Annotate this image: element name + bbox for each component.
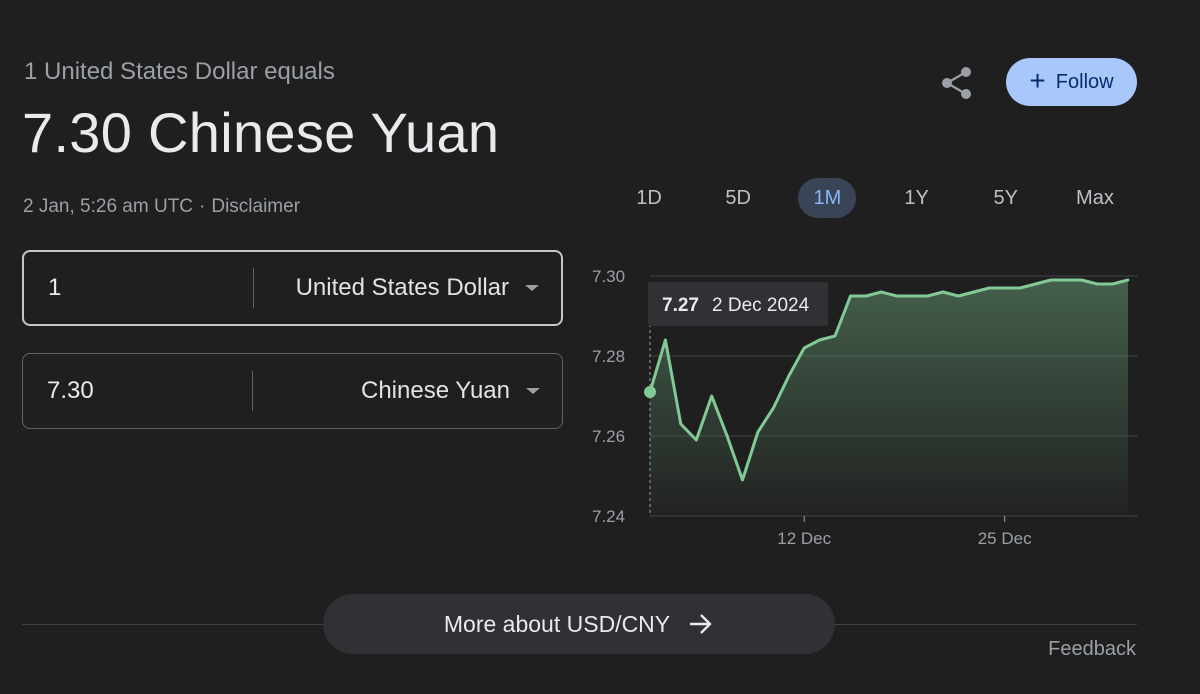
separator: ·: [199, 196, 206, 217]
share-button[interactable]: [934, 62, 980, 104]
x-tick-label: 25 Dec: [978, 529, 1032, 548]
tab-1y[interactable]: 1Y: [888, 178, 946, 218]
timestamp: 2 Jan, 5:26 am UTC: [23, 196, 194, 217]
divider-line: [835, 624, 1137, 625]
from-amount-input[interactable]: 1: [24, 274, 253, 302]
plus-icon: +: [1029, 64, 1046, 96]
from-currency-select[interactable]: United States Dollar: [254, 274, 521, 302]
y-tick-label: 7.26: [592, 427, 625, 446]
arrow-right-icon: [690, 614, 712, 634]
y-tick-label: 7.30: [592, 267, 625, 286]
follow-label: Follow: [1055, 70, 1114, 93]
tab-5y[interactable]: 5Y: [977, 178, 1035, 218]
divider-line: [22, 624, 323, 625]
feedback-link[interactable]: Feedback: [1048, 638, 1136, 661]
share-icon: [942, 67, 971, 99]
more-about-label: More about USD/CNY: [443, 610, 671, 637]
hover-point: [644, 386, 656, 398]
to-amount-input[interactable]: 7.30: [23, 377, 252, 405]
chevron-down-icon[interactable]: [525, 285, 539, 291]
tab-5d[interactable]: 5D: [709, 178, 767, 218]
chart-tooltip: 7.27 2 Dec 2024: [648, 282, 828, 326]
rate-headline: 7.30 Chinese Yuan: [22, 101, 500, 164]
tab-max[interactable]: Max: [1066, 178, 1124, 218]
follow-button[interactable]: + Follow: [1006, 58, 1137, 106]
tab-1m[interactable]: 1M: [798, 178, 857, 218]
range-tabs: 1D 5D 1M 1Y 5Y Max: [620, 178, 1124, 218]
to-converter-row: 7.30 Chinese Yuan: [22, 353, 563, 429]
y-tick-label: 7.28: [592, 347, 625, 366]
chevron-down-icon[interactable]: [526, 388, 540, 394]
rate-chart[interactable]: 7.30 7.28 7.26 7.24 12 Dec 25 Dec 7.27 2 Dec…: [580, 258, 1150, 558]
disclaimer-link[interactable]: Disclaimer: [211, 196, 300, 217]
rate-subtitle: 1 United States Dollar equals: [24, 58, 335, 85]
timestamp-row: 2 Jan, 5:26 am UTC · Disclaimer: [23, 196, 300, 218]
to-currency-select[interactable]: Chinese Yuan: [253, 377, 522, 405]
y-tick-label: 7.24: [592, 507, 625, 526]
tab-1d[interactable]: 1D: [620, 178, 678, 218]
more-about-button[interactable]: More about USD/CNY: [323, 594, 835, 654]
tooltip-value: 7.27: [662, 295, 699, 316]
from-converter-row: 1 United States Dollar: [22, 250, 563, 326]
x-tick-label: 12 Dec: [777, 529, 831, 548]
tooltip-date: 2 Dec 2024: [712, 295, 810, 316]
